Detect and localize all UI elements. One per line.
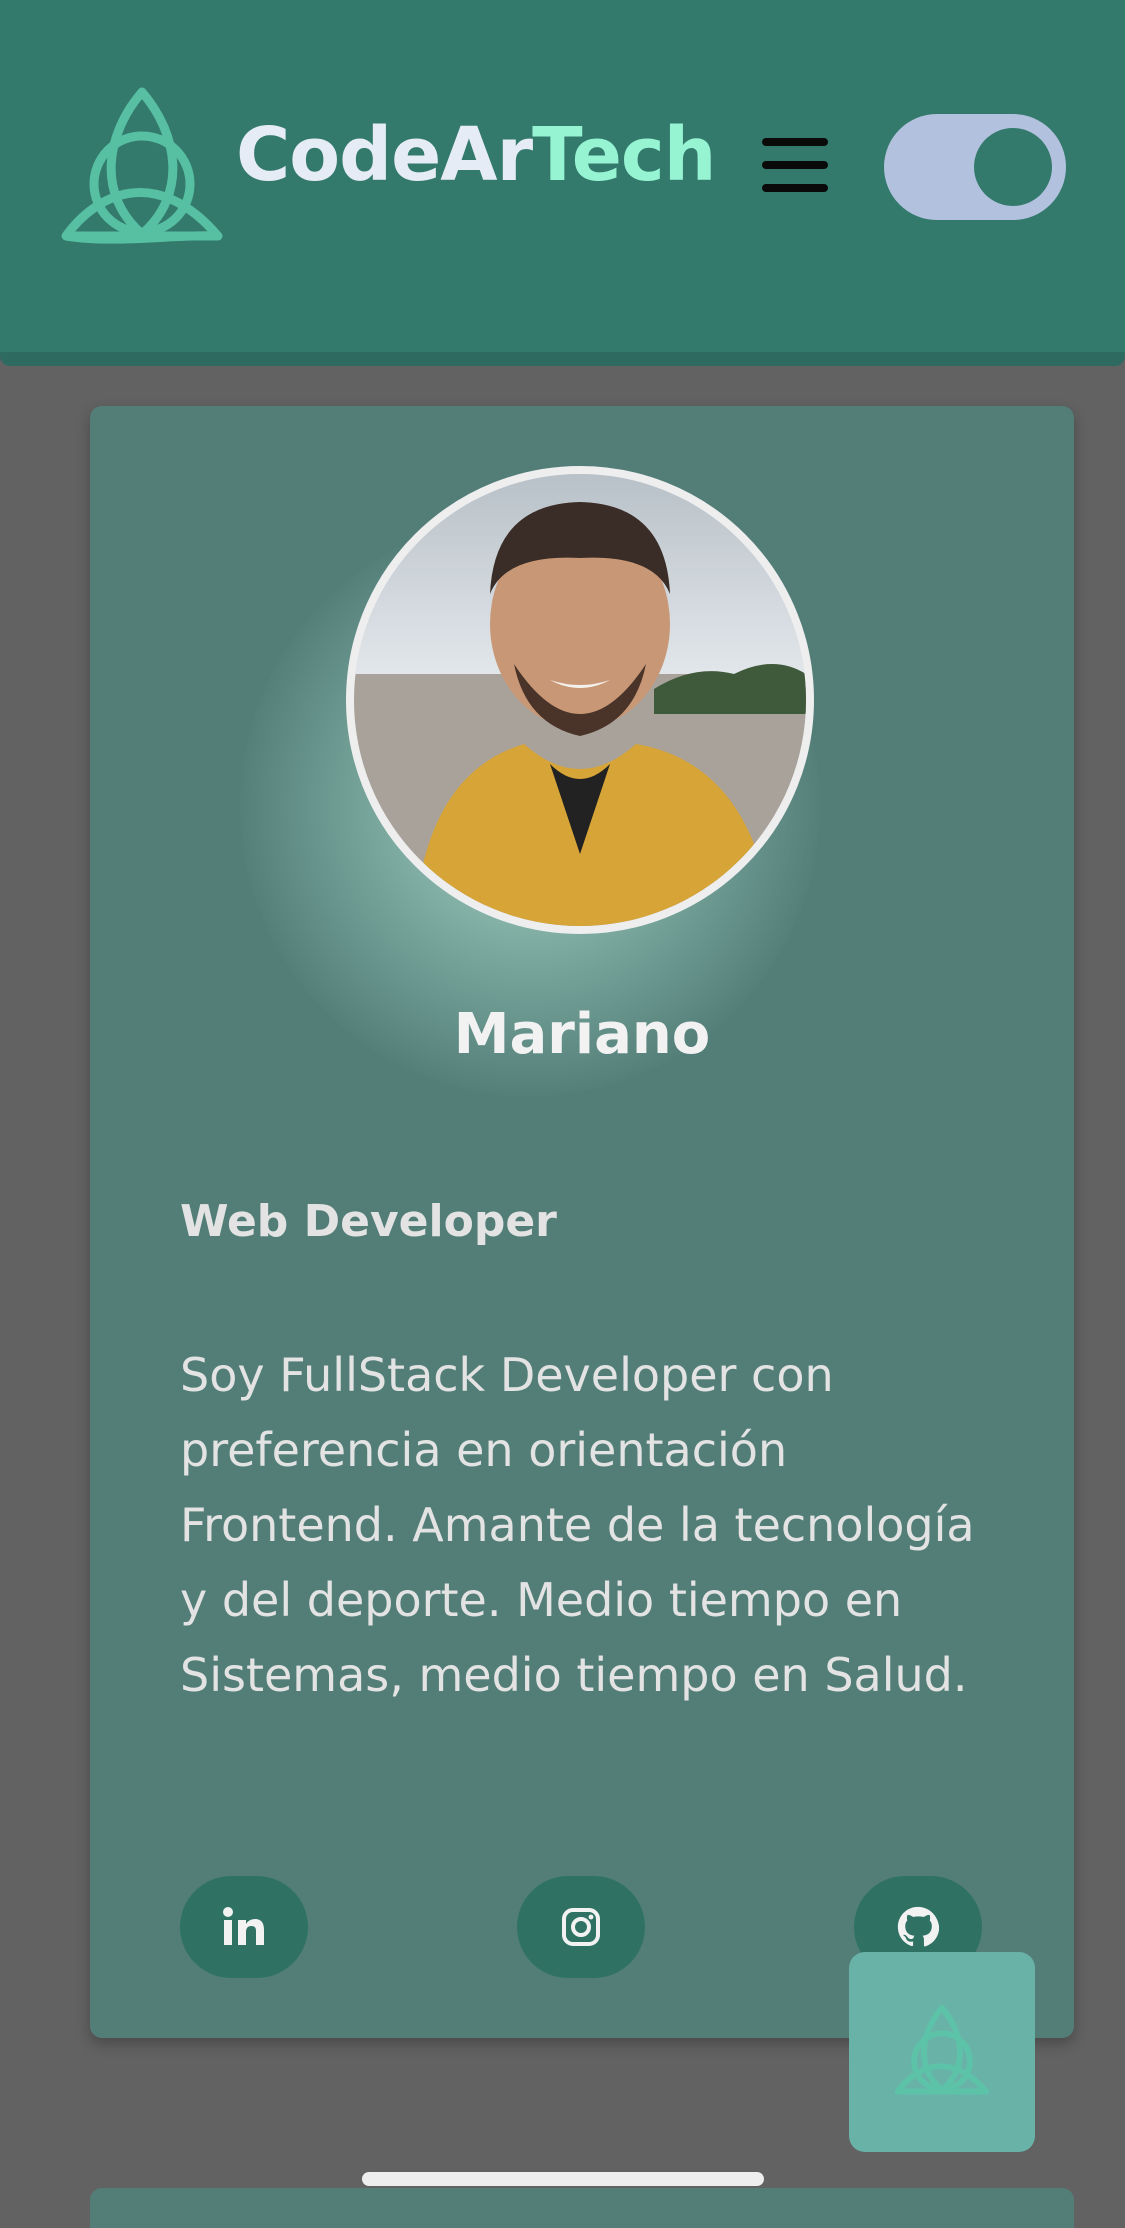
home-indicator[interactable] — [362, 2172, 764, 2186]
github-icon — [897, 1906, 939, 1947]
profile-role: Web Developer — [180, 1196, 557, 1247]
profile-card: Mariano Web Developer Soy FullStack Deve… — [90, 406, 1074, 2038]
instagram-icon — [562, 1908, 600, 1946]
brand-name-part1: CodeAr — [236, 112, 533, 198]
brand-name[interactable]: CodeArTech — [236, 118, 716, 192]
brand-name-part2: Tech — [532, 112, 716, 198]
theme-toggle[interactable] — [884, 114, 1066, 220]
hamburger-menu-icon[interactable] — [762, 138, 828, 192]
profile-name: Mariano — [453, 1002, 711, 1067]
next-card — [90, 2188, 1074, 2228]
linkedin-icon — [223, 1907, 264, 1945]
linkedin-button[interactable] — [180, 1876, 308, 1978]
app-header: CodeArTech — [0, 0, 1125, 366]
instagram-button[interactable] — [517, 1876, 645, 1978]
floating-logo-button[interactable] — [849, 1952, 1035, 2152]
profile-photo — [346, 466, 814, 934]
triquetra-icon — [894, 2004, 990, 2095]
triquetra-icon[interactable] — [56, 84, 228, 252]
toggle-knob — [974, 128, 1052, 206]
profile-bio: Soy FullStack Developer con preferencia … — [180, 1348, 975, 1702]
